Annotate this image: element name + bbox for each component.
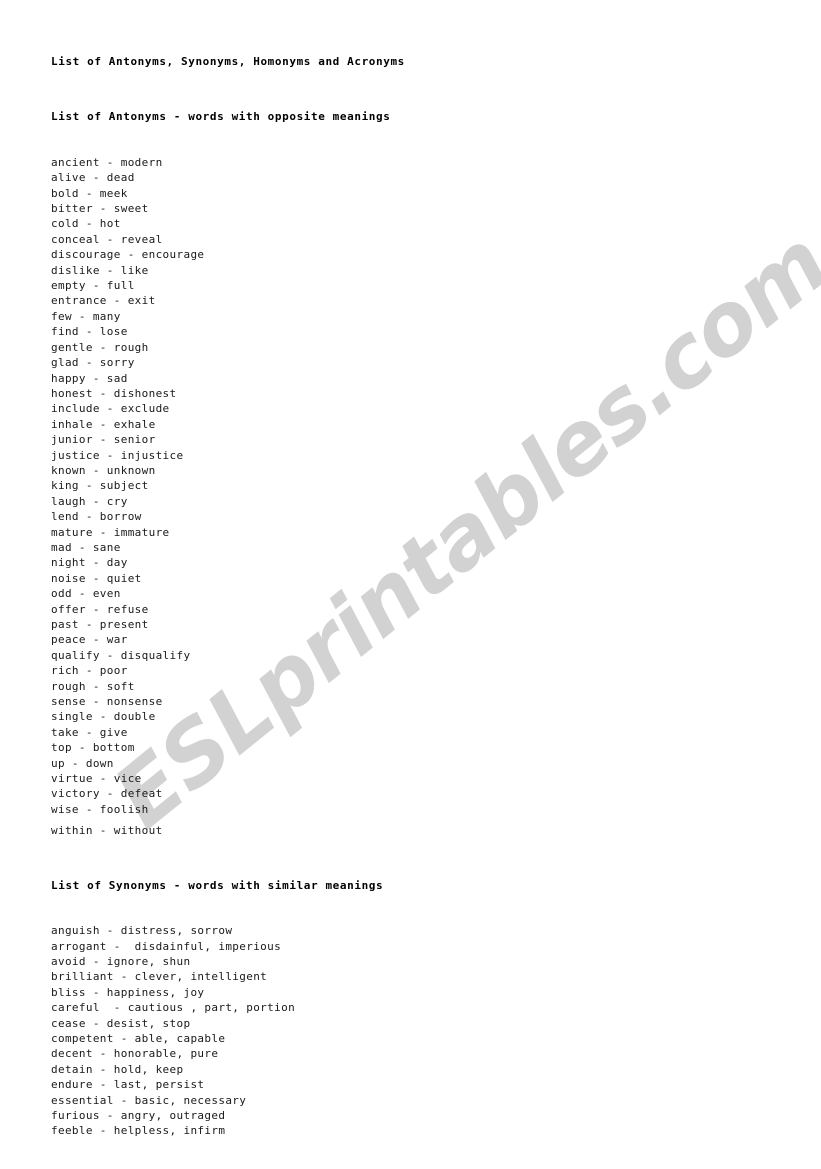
word-pair-entry: rough - soft [51, 679, 135, 693]
word-pair-entry: brilliant - clever, intelligent [51, 970, 268, 984]
word-pair-entry: avoid - ignore, shun [51, 954, 191, 968]
word-pair-entry: junior - senior [51, 433, 156, 447]
word-pair-entry: laugh - cry [51, 494, 128, 508]
word-pair-entry: anguish - distress, sorrow [51, 924, 233, 938]
word-pair-entry: victory - defeat [51, 787, 163, 801]
word-pair-entry: conceal - reveal [51, 232, 163, 246]
word-pair-entry: past - present [51, 618, 149, 631]
word-pair-entry: offer - refuse [51, 602, 149, 616]
word-pair-entry: cease - desist, stop [51, 1016, 191, 1030]
word-pair-entry: top - bottom [51, 741, 135, 755]
word-pair-entry: detain - hold, keep [51, 1062, 184, 1076]
worksheet-page: ESLprintables.com List of Antonyms, Syno… [0, 0, 821, 1169]
section-heading-antonyms: List of Antonyms - words with opposite m… [51, 110, 391, 124]
word-pair-entry: include - exclude [51, 402, 170, 416]
word-pair-entry: mad - sane [51, 540, 121, 554]
word-pair-entry: find - lose [51, 325, 128, 339]
word-pair-entry: entrance - exit [51, 294, 156, 308]
antonym-list: ancient - modern alive - dead bold - meek b… [51, 155, 771, 839]
page-title: List of Antonyms, Synonyms, Homonyms and… [51, 55, 405, 68]
word-pair-entry: arrogant - disdainful, imperious [51, 939, 282, 953]
section-synonyms: List of Synonyms - words with similar me… [51, 878, 771, 1139]
word-pair-entry: few - many [51, 309, 121, 323]
word-pair-entry: bitter - sweet [51, 202, 149, 216]
word-pair-entry: lend - borrow [51, 510, 142, 524]
document-content: List of Antonyms, Synonyms, Homonyms and… [51, 54, 771, 1139]
synonym-list: anguish - distress, sorrow arrogant - dis… [51, 923, 771, 1139]
word-pair-entry: sense - nonsense [51, 695, 163, 709]
word-pair-entry: honest - dishonest [51, 386, 177, 400]
word-pair-entry: peace - war [51, 633, 128, 647]
word-pair-entry: furious - angry, outraged [51, 1108, 226, 1122]
word-pair-entry: odd - even [51, 587, 121, 601]
word-pair-entry: take - give [51, 725, 128, 739]
word-pair-entry: known - unknown [51, 463, 156, 477]
word-pair-entry: within - without [51, 824, 163, 838]
word-pair-entry: bold - meek [51, 186, 128, 200]
section-heading-synonyms: List of Synonyms - words with similar me… [51, 878, 384, 892]
word-pair-entry: inhale - exhale [51, 417, 156, 431]
word-pair-entry: justice - injustice [51, 448, 184, 462]
word-pair-entry: dislike - like [51, 263, 149, 277]
word-pair-entry: qualify - disqualify [51, 648, 191, 662]
word-pair-entry: ancient - modern [51, 155, 163, 169]
word-pair-entry: discourage - encourage [51, 248, 205, 262]
word-pair-entry: rich - poor [51, 664, 128, 678]
word-pair-entry: king - subject [51, 479, 149, 493]
word-pair-entry: essential - basic, necessary [51, 1093, 247, 1107]
word-pair-entry: glad - sorry [51, 356, 135, 370]
word-pair-entry: mature - immature [51, 525, 170, 539]
word-pair-entry: feeble - helpless, infirm [51, 1124, 226, 1138]
word-pair-entry: empty - full [51, 279, 135, 293]
word-pair-entry: noise - quiet [51, 571, 142, 585]
word-pair-entry: night - day [51, 556, 128, 570]
word-pair-entry: gentle - rough [51, 340, 149, 354]
word-pair-entry: competent - able, capable [51, 1031, 226, 1045]
word-pair-entry: up - down [51, 756, 114, 770]
word-pair-entry: wise - foolish [51, 802, 149, 816]
word-pair-entry: decent - honorable, pure [51, 1047, 219, 1061]
word-pair-entry: cold - hot [51, 217, 121, 231]
word-pair-entry: virtue - vice [51, 772, 142, 786]
word-pair-entry: careful - cautious , part, portion [51, 1001, 296, 1015]
word-pair-entry: bliss - happiness, joy [51, 985, 205, 999]
section-antonyms: List of Antonyms - words with opposite m… [51, 109, 771, 838]
word-pair-entry: alive - dead [51, 171, 135, 185]
word-pair-entry: endure - last, persist [51, 1078, 205, 1092]
word-pair-entry: single - double [51, 710, 156, 724]
word-pair-entry: happy - sad [51, 371, 128, 385]
